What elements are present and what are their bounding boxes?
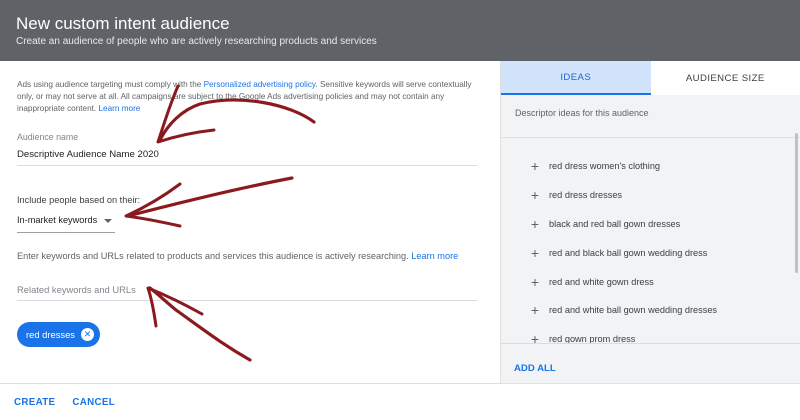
cancel-button[interactable]: CANCEL — [72, 397, 115, 408]
idea-label: red and black ball gown wedding dress — [549, 247, 708, 258]
idea-label: red and white ball gown wedding dresses — [549, 305, 718, 316]
idea-item[interactable]: + red and white gown dress — [501, 267, 800, 296]
keyword-chip-label: red dresses — [26, 329, 75, 340]
add-all-bar: ADD ALL — [501, 343, 800, 383]
add-icon: + — [530, 302, 540, 319]
dialog-subtitle: Create an audience of people who are act… — [16, 36, 377, 47]
policy-text-before: Ads using audience targeting must comply… — [17, 80, 204, 89]
keywords-input[interactable] — [17, 279, 477, 301]
audience-name-label: Audience name — [17, 132, 79, 142]
ideas-list: + red dress women's clothing + red dress d… — [501, 138, 800, 354]
panel-tabs: IDEAS AUDIENCE SIZE — [501, 61, 800, 95]
add-icon: + — [530, 187, 540, 204]
keyword-instructions: Enter keywords and URLs related to produ… — [17, 251, 458, 261]
add-all-button[interactable]: ADD ALL — [514, 363, 556, 374]
dialog-footer: CREATE CANCEL — [0, 383, 800, 420]
chip-remove-icon[interactable]: ✕ — [80, 328, 94, 341]
idea-item[interactable]: + red and black ball gown wedding dress — [501, 238, 800, 267]
add-icon: + — [530, 273, 540, 290]
add-icon: + — [530, 158, 540, 175]
policy-learn-more-link[interactable]: Learn more — [98, 104, 140, 113]
tab-ideas[interactable]: IDEAS — [501, 61, 651, 95]
tab-audience-size[interactable]: AUDIENCE SIZE — [651, 61, 800, 95]
idea-item[interactable]: + red and white ball gown wedding dresses — [501, 296, 800, 325]
add-icon: + — [530, 215, 540, 232]
create-button[interactable]: CREATE — [14, 397, 55, 408]
idea-label: black and red ball gown dresses — [549, 218, 681, 229]
keyword-instructions-text: Enter keywords and URLs related to produ… — [17, 251, 412, 261]
instructions-learn-more-link[interactable]: Learn more — [411, 251, 458, 261]
idea-item[interactable]: + black and red ball gown dresses — [501, 210, 800, 239]
idea-label: red and white gown dress — [549, 276, 654, 287]
idea-label: red dress dresses — [549, 190, 623, 201]
keyword-chip[interactable]: red dresses ✕ — [17, 322, 100, 347]
policy-notice: Ads using audience targeting must comply… — [17, 79, 487, 115]
audience-form: Ads using audience targeting must comply… — [0, 61, 500, 383]
ideas-panel: IDEAS AUDIENCE SIZE Descriptor ideas for… — [500, 61, 800, 383]
policy-link[interactable]: Personalized advertising policy — [204, 80, 316, 89]
include-label: Include people based on their: — [17, 195, 141, 205]
descriptor-heading: Descriptor ideas for this audience — [501, 95, 800, 138]
idea-item[interactable]: + red dress dresses — [501, 181, 800, 210]
add-icon: + — [530, 244, 540, 261]
dialog-title: New custom intent audience — [16, 14, 230, 33]
dropdown-caret-icon — [104, 219, 112, 223]
include-type-selected: In-market keywords — [17, 215, 98, 225]
idea-item[interactable]: + red dress women's clothing — [501, 152, 800, 181]
dialog-header: New custom intent audience Create an aud… — [0, 0, 800, 61]
audience-name-field[interactable]: Descriptive Audience Name 2020 — [17, 149, 159, 160]
audience-name-underline — [17, 165, 477, 166]
ideas-scrollbar[interactable] — [795, 133, 798, 273]
include-type-dropdown[interactable]: In-market keywords — [17, 215, 115, 233]
idea-label: red dress women's clothing — [549, 161, 661, 172]
